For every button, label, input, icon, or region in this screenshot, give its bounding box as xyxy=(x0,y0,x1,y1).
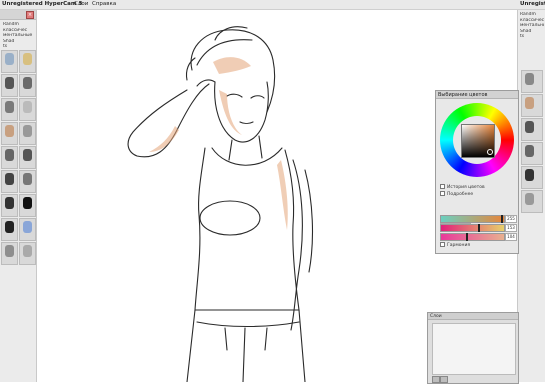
brush-preset[interactable] xyxy=(1,170,18,193)
title-bar: Unregistered HyperCam 3 Слои Справка Unr… xyxy=(0,0,545,10)
brush-preset[interactable] xyxy=(1,146,18,169)
brush-column-right xyxy=(18,50,36,266)
right-dock: Randm классичес ментальные Shad ts xyxy=(517,10,545,382)
color-panel-title: Выбирание цветов xyxy=(436,91,518,99)
brush-preset[interactable] xyxy=(521,142,543,165)
brush-panel-header: × xyxy=(0,10,36,20)
slider-r-value[interactable]: 255 xyxy=(505,215,517,223)
brush-preset[interactable] xyxy=(521,118,543,141)
history-checkbox[interactable] xyxy=(440,184,445,189)
brush-column-left xyxy=(0,50,18,266)
history-option[interactable]: История цветов xyxy=(440,184,485,191)
harmony-label: Гармония xyxy=(447,243,471,248)
saturation-value-square[interactable] xyxy=(461,124,495,158)
brush-preset[interactable] xyxy=(521,94,543,117)
color-picker-panel: Выбирание цветов История цветов Подробне… xyxy=(435,90,519,254)
brush-preset[interactable] xyxy=(1,218,18,241)
details-checkbox[interactable] xyxy=(440,191,445,196)
second-window-title: Unregistere xyxy=(520,1,545,7)
details-option[interactable]: Подробнее xyxy=(440,191,473,198)
hue-wheel[interactable] xyxy=(440,103,514,177)
details-label: Подробнее xyxy=(447,192,474,197)
color-marker[interactable] xyxy=(487,149,493,155)
color-mode-tabs: RGBHSV xyxy=(440,205,472,224)
brush-preset[interactable] xyxy=(1,98,18,121)
app-title: Unregistered HyperCam 3 xyxy=(2,1,83,7)
brush-preset[interactable] xyxy=(521,70,543,93)
slider-g-value[interactable]: 153 xyxy=(505,224,517,232)
tank-top xyxy=(194,214,300,311)
menu-help[interactable]: Справка xyxy=(92,0,116,9)
right-dock-line: ментальные xyxy=(520,23,544,28)
brush-preset[interactable] xyxy=(521,190,543,213)
brush-preset[interactable] xyxy=(19,242,36,265)
brush-preset[interactable] xyxy=(521,166,543,189)
right-dock-text: Randm классичес ментальные Shad ts xyxy=(520,12,544,40)
shirt-oval xyxy=(199,200,261,236)
right-dock-brushes xyxy=(520,70,543,214)
navigator-panel: Слои xyxy=(427,312,519,384)
brush-panel: × Randm классичес ментальные Shad ts xyxy=(0,10,37,382)
brush-preset[interactable] xyxy=(1,122,18,145)
close-icon[interactable]: × xyxy=(26,11,34,19)
slider-r-knob[interactable] xyxy=(501,215,503,223)
slider-b-value[interactable]: 104 xyxy=(505,233,517,241)
slider-g[interactable] xyxy=(440,224,505,232)
brush-panel-text: Randm классичес ментальные Shad ts xyxy=(3,22,33,50)
brush-panel-line: ts xyxy=(3,44,8,49)
menu-layers[interactable]: Слои xyxy=(74,0,88,9)
slider-g-knob[interactable] xyxy=(478,224,480,232)
harmony-checkbox[interactable] xyxy=(440,242,445,247)
right-dock-line: ts xyxy=(520,34,525,39)
brush-preset[interactable] xyxy=(19,50,36,73)
slider-r[interactable] xyxy=(440,215,505,223)
brush-preset[interactable] xyxy=(19,98,36,121)
brush-panel-line: ментальные xyxy=(3,33,33,38)
slider-b-knob[interactable] xyxy=(466,233,468,241)
brush-preset[interactable] xyxy=(1,50,18,73)
brush-preset[interactable] xyxy=(19,194,36,217)
harmony-option[interactable]: Гармония xyxy=(440,242,470,249)
history-label: История цветов xyxy=(447,185,485,190)
brush-preset[interactable] xyxy=(19,146,36,169)
brush-preset[interactable] xyxy=(1,74,18,97)
brush-preset[interactable] xyxy=(1,194,18,217)
navigator-title: Слои xyxy=(428,313,518,320)
navigator-view[interactable] xyxy=(432,323,516,375)
brush-preset[interactable] xyxy=(19,74,36,97)
brush-preset[interactable] xyxy=(19,122,36,145)
brush-preset[interactable] xyxy=(19,170,36,193)
brush-preset[interactable] xyxy=(1,242,18,265)
face-outline xyxy=(214,81,269,143)
brush-preset[interactable] xyxy=(19,218,36,241)
slider-b[interactable] xyxy=(440,233,505,241)
raised-arm xyxy=(127,83,210,158)
